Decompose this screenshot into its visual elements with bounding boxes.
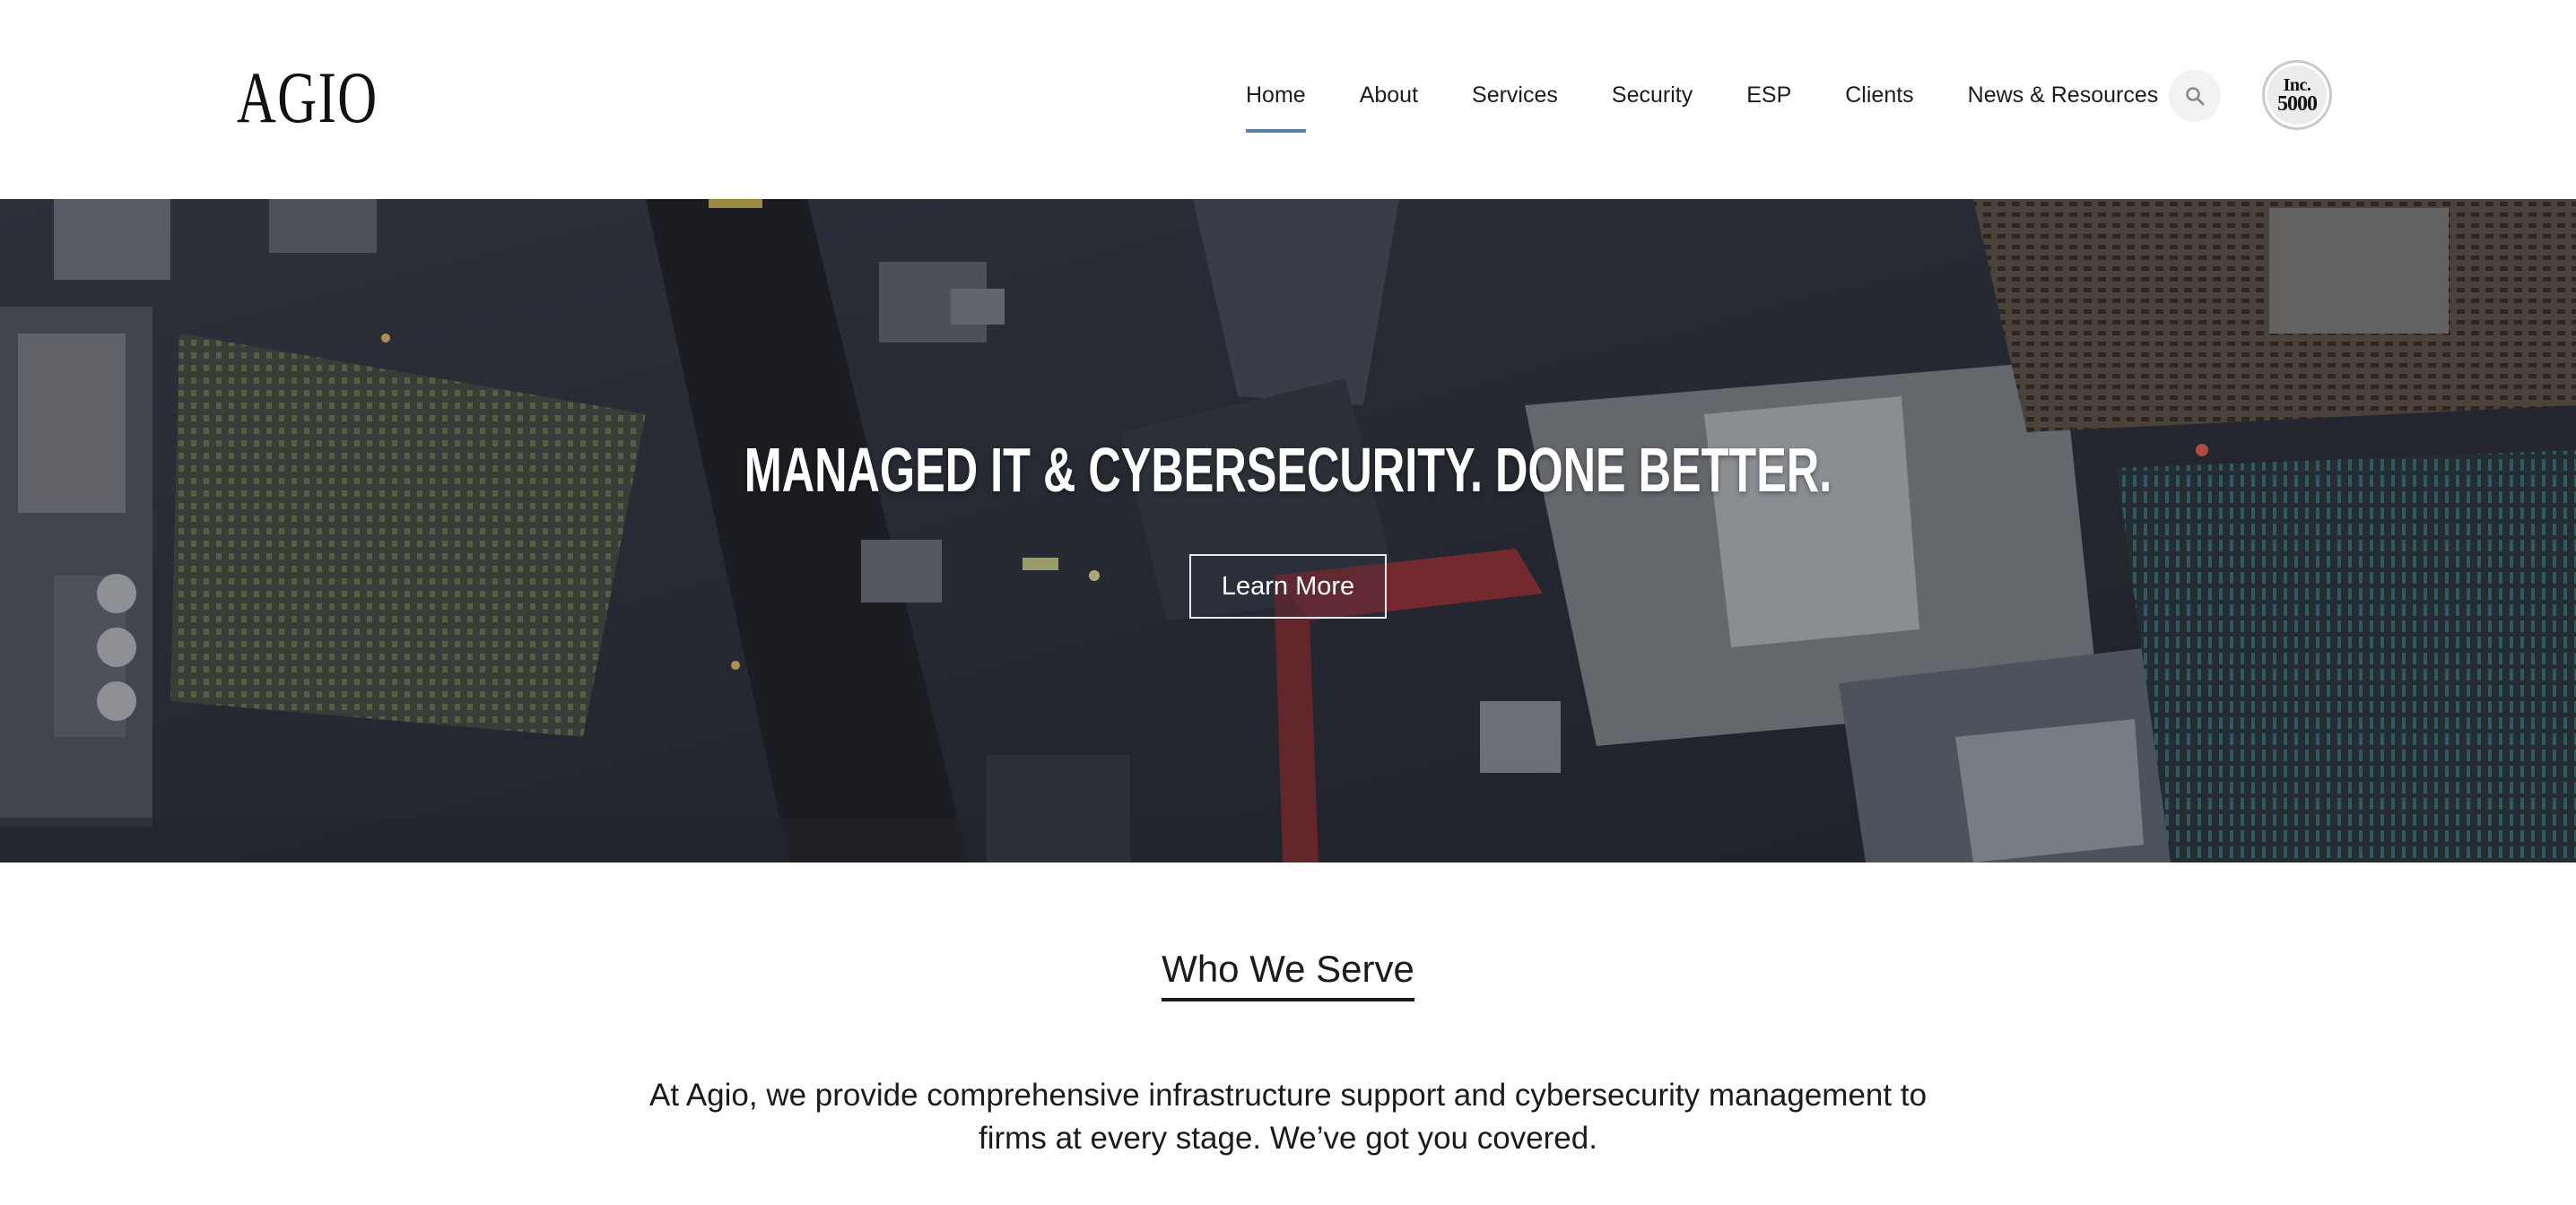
search-button[interactable] — [2169, 70, 2221, 122]
nav-security[interactable]: Security — [1612, 77, 1693, 113]
nav-home[interactable]: Home — [1246, 77, 1306, 133]
who-we-serve-heading: Who We Serve — [1162, 944, 1414, 1001]
nav-news-resources[interactable]: News & Resources — [1968, 77, 2159, 113]
badge-line-2: 5000 — [2277, 92, 2318, 116]
nav-services[interactable]: Services — [1472, 77, 1558, 113]
badge-line-1: Inc. — [2283, 75, 2311, 95]
nav-about[interactable]: About — [1360, 77, 1418, 113]
site-header: AGIO Home About Services Security ESP Cl… — [0, 0, 2576, 199]
inc-5000-badge[interactable]: Inc. 5000 — [2262, 60, 2332, 130]
agio-logo[interactable]: AGIO — [237, 57, 379, 138]
hero-overlay — [0, 199, 2576, 863]
hero-title: MANAGED IT & CYBERSECURITY. DONE BETTER. — [744, 435, 1832, 505]
nav-esp[interactable]: ESP — [1746, 77, 1791, 113]
nav-clients[interactable]: Clients — [1845, 77, 1913, 113]
hero-banner: MANAGED IT & CYBERSECURITY. DONE BETTER.… — [0, 199, 2576, 863]
search-icon — [2186, 87, 2205, 106]
who-we-serve-text: At Agio, we provide comprehensive infras… — [648, 1078, 1928, 1156]
who-we-serve-heading-wrap: Who We Serve — [0, 944, 2576, 1001]
main-nav: Home About Services Security ESP Clients… — [1246, 77, 2159, 133]
learn-more-button[interactable]: Learn More — [1189, 554, 1387, 619]
